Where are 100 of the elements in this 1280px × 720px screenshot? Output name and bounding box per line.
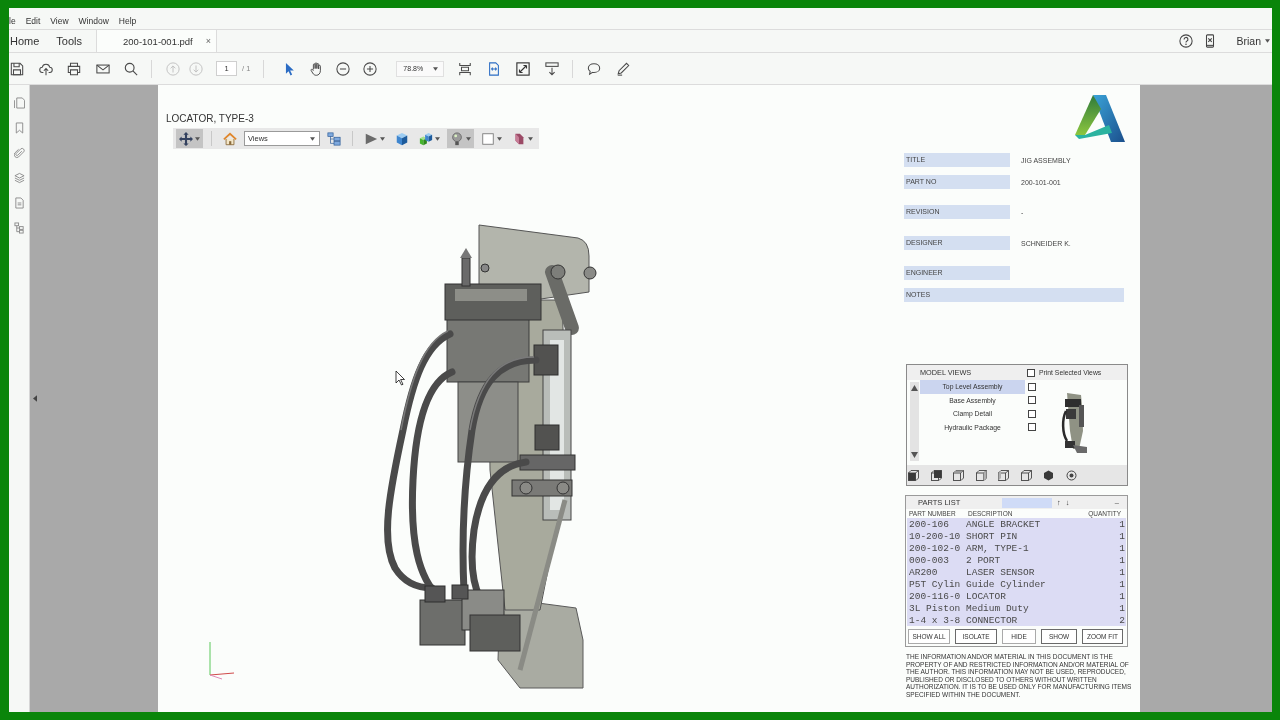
pages-icon[interactable] bbox=[13, 97, 25, 109]
upload-icon[interactable] bbox=[38, 61, 53, 76]
paperclip-icon[interactable] bbox=[13, 147, 25, 159]
help-icon[interactable] bbox=[1179, 34, 1194, 48]
scroll-down-icon[interactable] bbox=[911, 452, 918, 458]
collapse-arrow-icon[interactable] bbox=[33, 395, 37, 402]
layers-icon[interactable] bbox=[13, 172, 25, 184]
table-cell-text: ARM, TYPE-1 bbox=[966, 542, 1030, 554]
zoom-in-icon[interactable] bbox=[363, 61, 378, 76]
fit-width-icon[interactable] bbox=[487, 61, 502, 76]
assembly-model-drawing[interactable] bbox=[384, 224, 597, 689]
scroll-up-icon[interactable] bbox=[911, 385, 918, 391]
menu-item[interactable]: Window bbox=[78, 16, 109, 26]
phone-icon[interactable] bbox=[1205, 34, 1216, 48]
table-cell-text: Guide Cylinder bbox=[966, 578, 1047, 590]
mail-icon[interactable] bbox=[95, 61, 110, 76]
model-tree-icon[interactable] bbox=[13, 222, 25, 234]
view-cube-icon[interactable] bbox=[930, 469, 942, 481]
fit-page-icon[interactable] bbox=[458, 61, 473, 76]
axis-triad-icon bbox=[209, 641, 235, 680]
caret-icon bbox=[497, 136, 502, 141]
caret-icon bbox=[1265, 39, 1270, 43]
table-cell: 1 bbox=[1119, 530, 1125, 542]
checkbox[interactable] bbox=[1028, 382, 1036, 391]
caret-icon bbox=[466, 136, 471, 141]
lighting-button[interactable] bbox=[447, 129, 474, 148]
table-cell: 1 bbox=[1119, 566, 1125, 578]
table-cell-text: 000-003 bbox=[909, 554, 950, 566]
table-cell-text: 200-116-0 bbox=[909, 590, 962, 602]
model-thumbnail-drawing bbox=[1061, 391, 1089, 453]
table-cell-text: 2 PORT bbox=[966, 554, 1002, 566]
table-cell-text: LOCATOR bbox=[966, 590, 1007, 602]
rotate-tool-button[interactable] bbox=[176, 129, 203, 148]
search-icon[interactable] bbox=[124, 61, 138, 76]
table-cell: 1 bbox=[1119, 542, 1125, 554]
table-cell: 1 bbox=[1119, 602, 1125, 614]
view-cube-icon[interactable] bbox=[1020, 469, 1032, 481]
square-icon bbox=[481, 131, 495, 146]
tree-icon bbox=[327, 131, 341, 146]
table-cell-text: 200-106 bbox=[909, 518, 950, 530]
table-cell-text: ANGLE BRACKET bbox=[966, 518, 1042, 530]
full-screen-icon[interactable] bbox=[516, 61, 531, 76]
four-arrows-icon bbox=[179, 131, 193, 146]
cube-icon bbox=[395, 131, 409, 146]
table-cell: 2 bbox=[1119, 614, 1125, 626]
menu-item[interactable]: le bbox=[9, 16, 16, 26]
caret-icon bbox=[435, 136, 440, 141]
table-cell-text: 200-102-0 bbox=[909, 542, 962, 554]
model-title: LOCATOR, TYPE-3 bbox=[166, 113, 255, 125]
view-cube-icon[interactable] bbox=[975, 469, 987, 481]
checkbox[interactable] bbox=[1027, 368, 1035, 377]
mouse-cursor-icon bbox=[395, 370, 405, 386]
caret-icon bbox=[380, 136, 385, 141]
checkbox[interactable] bbox=[1028, 396, 1036, 405]
cubes-icon bbox=[419, 131, 433, 146]
caret-icon bbox=[195, 136, 200, 141]
document-tab[interactable]: 200-101-001.pdf × bbox=[96, 30, 218, 52]
checkbox[interactable] bbox=[1028, 409, 1036, 418]
user-menu-button[interactable]: Brian bbox=[1236, 30, 1272, 52]
view-cube-icon[interactable] bbox=[908, 469, 919, 481]
save-icon[interactable] bbox=[10, 61, 24, 76]
comment-icon[interactable] bbox=[587, 61, 602, 76]
table-cell-text: P5T Cylin bbox=[909, 578, 962, 590]
caret-icon bbox=[528, 136, 533, 141]
scrollbar[interactable] bbox=[910, 382, 919, 461]
table-cell-text: Medium Duty bbox=[966, 602, 1030, 614]
hand-icon[interactable] bbox=[309, 61, 324, 76]
menu-item[interactable]: View bbox=[50, 16, 69, 26]
table-cell-text: 1-4 x 3-8 bbox=[909, 614, 962, 626]
pen-icon[interactable] bbox=[616, 61, 631, 76]
table-cell: 1 bbox=[1119, 590, 1125, 602]
light-bulb-icon bbox=[450, 131, 464, 146]
target-icon[interactable] bbox=[1065, 469, 1077, 481]
house-icon bbox=[223, 131, 237, 146]
zoom-out-icon[interactable] bbox=[336, 61, 351, 76]
caret-icon bbox=[433, 66, 439, 71]
model-tree-button[interactable] bbox=[324, 129, 344, 148]
nav-tab[interactable]: Tools bbox=[55, 30, 84, 52]
table-cell: 1 bbox=[1119, 554, 1125, 566]
close-tab-button[interactable]: × bbox=[205, 36, 212, 46]
scroll-mode-icon[interactable] bbox=[545, 61, 560, 76]
table-cell: 1 bbox=[1119, 578, 1125, 590]
view-cube-icon[interactable] bbox=[998, 469, 1009, 481]
menu-item[interactable]: Help bbox=[118, 16, 137, 26]
table-cell-text: SHORT PIN bbox=[966, 530, 1019, 542]
table-cell-text: 3L Piston bbox=[909, 602, 962, 614]
view-cube-icon[interactable] bbox=[953, 469, 964, 481]
play-icon bbox=[364, 131, 378, 146]
logo-icon bbox=[1073, 95, 1125, 142]
checkbox[interactable] bbox=[1028, 423, 1036, 432]
caret-icon bbox=[310, 136, 315, 141]
search-field[interactable] bbox=[1002, 497, 1052, 508]
hexagon-icon[interactable] bbox=[1043, 469, 1054, 481]
print-icon[interactable] bbox=[67, 61, 81, 76]
nav-tab[interactable]: Home bbox=[9, 30, 41, 52]
menu-item[interactable]: Edit bbox=[25, 16, 41, 26]
table-cell-text: 10-200-10 bbox=[909, 530, 962, 542]
table-cell-text: CONNECTOR bbox=[966, 614, 1019, 626]
table-cell: 1 bbox=[1119, 518, 1125, 530]
table-cell-text: AR200 bbox=[909, 566, 939, 578]
